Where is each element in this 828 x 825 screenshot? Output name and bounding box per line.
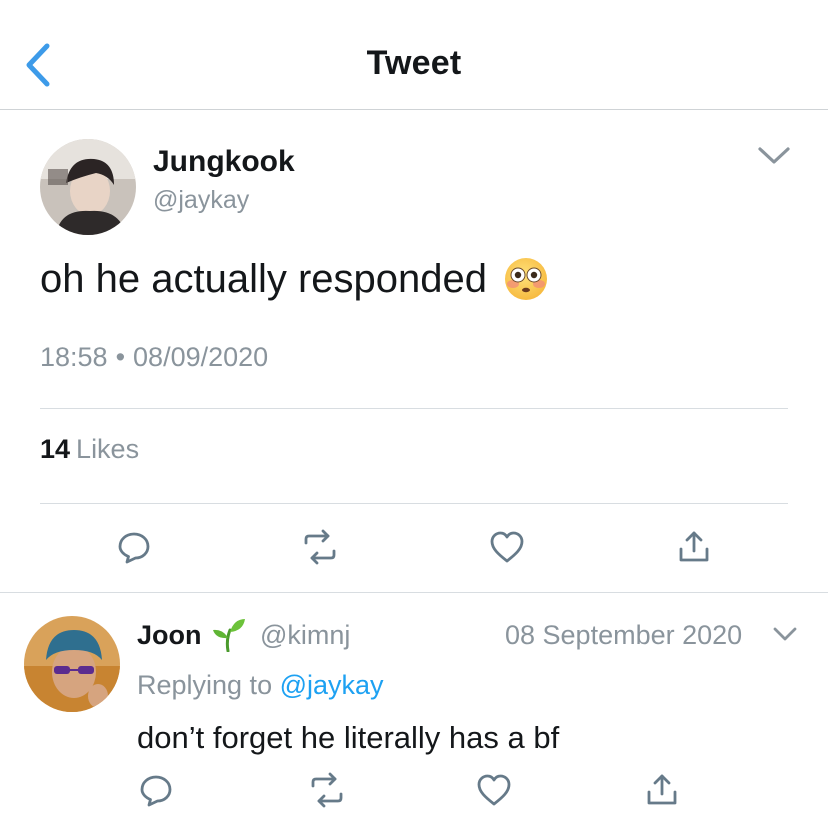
reply-avatar[interactable] <box>24 616 120 712</box>
reply-text: don’t forget he literally has a bf <box>137 720 560 755</box>
replying-to-mention[interactable]: @jaykay <box>280 670 384 700</box>
retweet-icon <box>311 772 343 808</box>
reply-button[interactable] <box>112 525 156 569</box>
share-icon <box>647 774 677 805</box>
reply-menu-button[interactable] <box>770 622 800 648</box>
retweet-icon <box>304 529 336 565</box>
comment-icon <box>140 775 172 807</box>
reply-retweet-button[interactable] <box>305 768 349 812</box>
likes-summary[interactable]: 14 Likes <box>40 434 139 465</box>
chevron-down-icon <box>773 627 797 641</box>
reply-like-button[interactable] <box>472 768 516 812</box>
share-button[interactable] <box>672 525 716 569</box>
reply-share-button[interactable] <box>640 768 684 812</box>
tweet-menu-button[interactable] <box>752 140 796 172</box>
divider <box>0 592 828 593</box>
likes-label: Likes <box>76 434 140 464</box>
navigation-bar: Tweet <box>0 0 828 110</box>
divider <box>40 408 788 409</box>
flushed-face-icon <box>503 256 549 302</box>
replying-to-label: Replying to <box>137 670 273 700</box>
reply-reply-button[interactable] <box>134 768 178 812</box>
reply-author-handle[interactable]: @kimnj <box>260 620 350 651</box>
tweet-text: oh he actually responded <box>40 256 549 302</box>
tweet-text-content: oh he actually responded <box>40 256 487 301</box>
author-handle[interactable]: @jaykay <box>153 186 249 215</box>
tweet-time: 18:58 <box>40 342 108 372</box>
author-name[interactable]: Jungkook <box>153 145 295 179</box>
page-title: Tweet <box>366 44 462 82</box>
avatar[interactable] <box>40 139 136 235</box>
reply-author-name[interactable]: Joon <box>137 620 202 651</box>
like-button[interactable] <box>485 525 529 569</box>
comment-icon <box>118 532 150 564</box>
seedling-icon <box>212 616 246 653</box>
replying-to-line: Replying to @jaykay <box>137 670 384 701</box>
likes-count: 14 <box>40 434 71 464</box>
tweet-timestamp: 18:58 • 08/09/2020 <box>40 342 268 373</box>
reply-date: 08 September 2020 <box>505 620 743 650</box>
heart-icon <box>490 531 524 563</box>
chevron-down-icon <box>758 147 790 164</box>
share-icon <box>679 531 709 562</box>
divider <box>40 503 788 504</box>
tweet-date: 08/09/2020 <box>133 342 269 372</box>
heart-icon <box>477 774 511 806</box>
retweet-button[interactable] <box>298 525 342 569</box>
timestamp-separator: • <box>115 342 126 372</box>
